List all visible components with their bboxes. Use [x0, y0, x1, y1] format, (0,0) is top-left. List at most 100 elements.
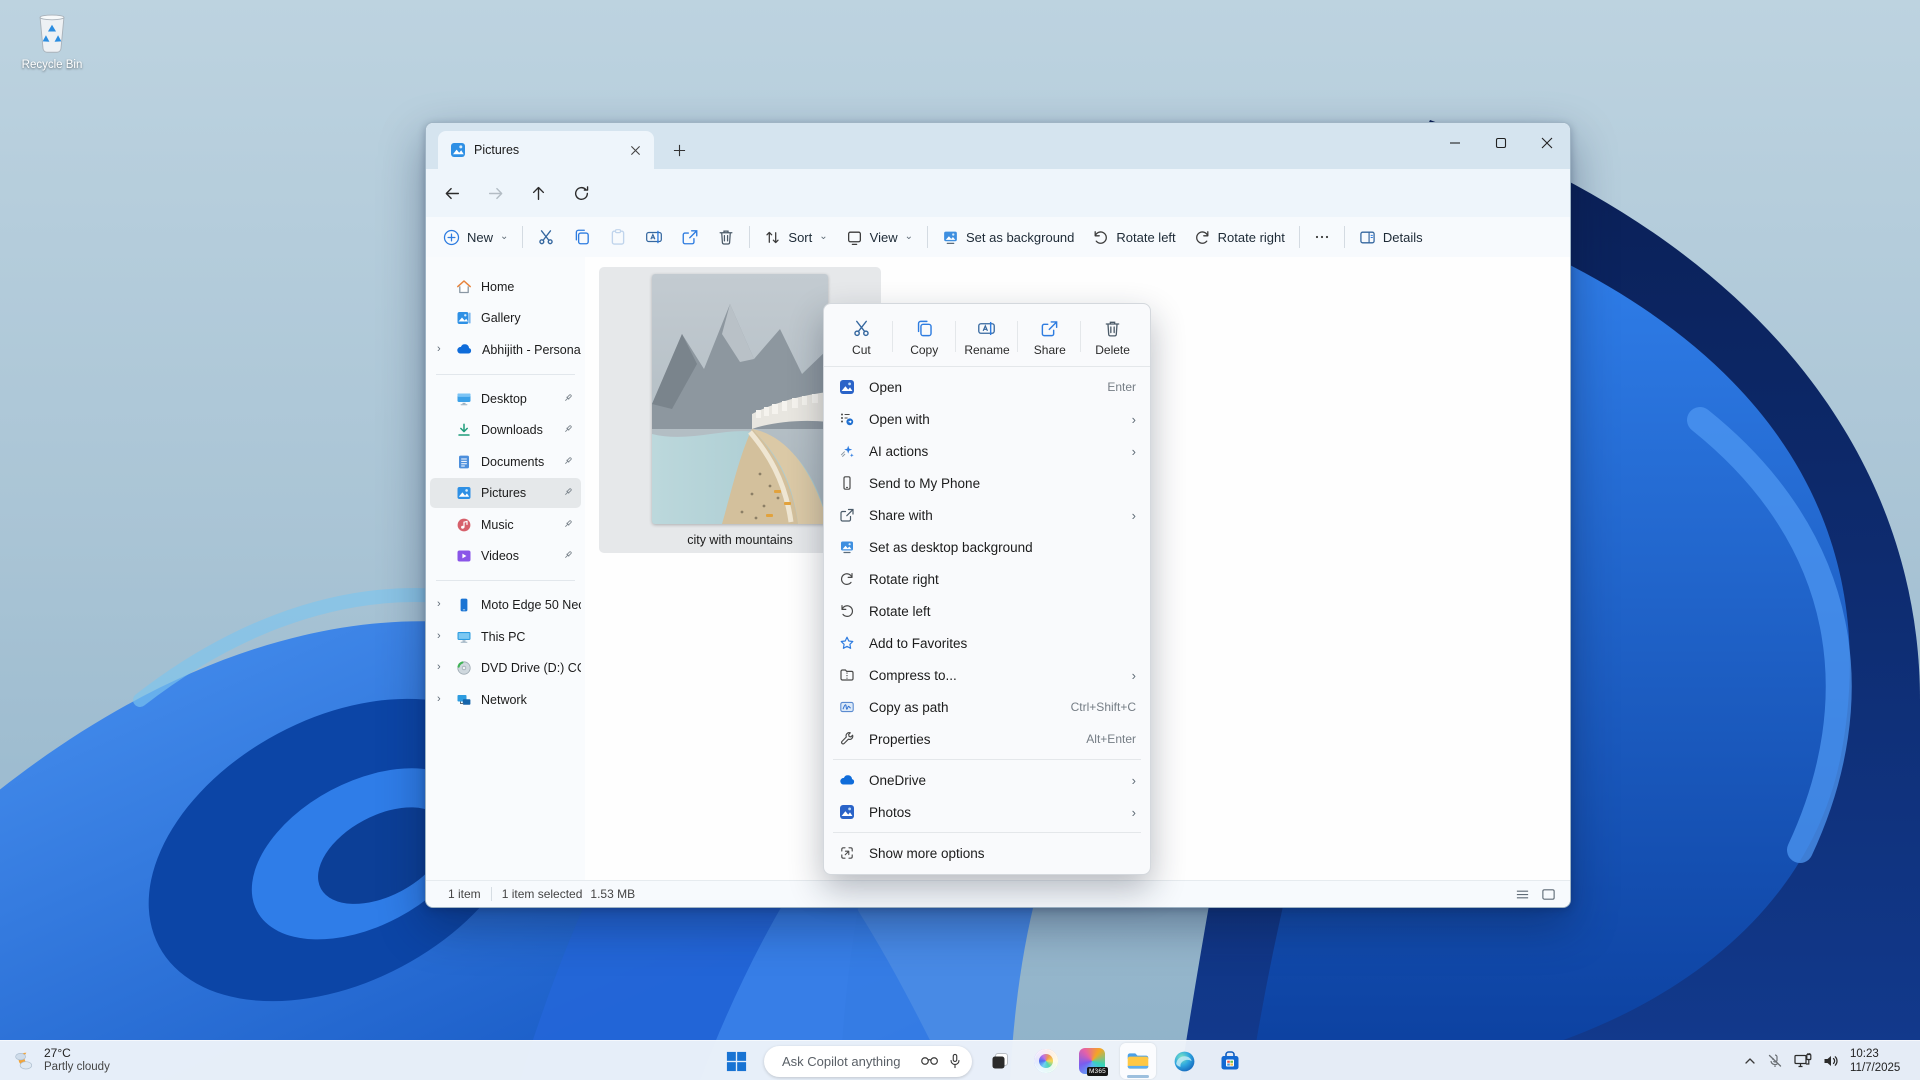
- copilot-vision-glasses-icon[interactable]: [920, 1054, 940, 1068]
- paste-button[interactable]: [600, 221, 636, 253]
- sidebar-item-desktop[interactable]: Desktop: [430, 384, 581, 414]
- chevron-right-icon[interactable]: ›: [437, 343, 441, 355]
- menu-item-set-as-desktop-background[interactable]: Set as desktop background: [829, 531, 1145, 563]
- view-button[interactable]: View ⌄: [837, 221, 922, 253]
- sort-button[interactable]: Sort ⌄: [755, 221, 836, 253]
- copy-button[interactable]: [564, 221, 600, 253]
- navigation-pane: Home Gallery › Abhijith - Personal: [426, 257, 585, 881]
- microphone-muted-icon[interactable]: [1766, 1052, 1784, 1070]
- volume-icon[interactable]: [1822, 1052, 1841, 1070]
- tray-chevron-up-icon[interactable]: [1743, 1054, 1757, 1068]
- chevron-right-icon[interactable]: ›: [437, 661, 441, 673]
- sidebar-item-pictures[interactable]: Pictures: [430, 478, 581, 508]
- menu-item-add-to-favorites[interactable]: Add to Favorites: [829, 627, 1145, 659]
- network-ethernet-icon[interactable]: [1793, 1052, 1813, 1070]
- up-button[interactable]: [521, 176, 555, 210]
- refresh-button[interactable]: [564, 176, 598, 210]
- menu-item-rotate-right[interactable]: Rotate right: [829, 563, 1145, 595]
- rotate-left-button[interactable]: Rotate left: [1083, 221, 1184, 253]
- menu-item-share-with[interactable]: Share with ›: [829, 499, 1145, 531]
- menu-item-compress-to[interactable]: Compress to... ›: [829, 659, 1145, 691]
- sidebar-item-dvd-drive[interactable]: › DVD Drive (D:) CCC: [430, 653, 581, 683]
- quick-action-share[interactable]: Share: [1018, 313, 1081, 360]
- weather-widget[interactable]: 27°C Partly cloudy: [0, 1047, 210, 1074]
- menu-label: Set as desktop background: [869, 540, 1136, 555]
- quick-action-cut[interactable]: Cut: [830, 313, 893, 360]
- rotate-right-icon: [838, 571, 856, 587]
- quick-action-rename[interactable]: Rename: [956, 313, 1019, 360]
- sidebar-item-onedrive-personal[interactable]: › Abhijith - Personal: [430, 335, 581, 365]
- file-explorer-button[interactable]: [1120, 1043, 1156, 1079]
- menu-item-properties[interactable]: Properties Alt+Enter: [829, 723, 1145, 755]
- edge-button[interactable]: [1166, 1043, 1202, 1079]
- recycle-bin-shortcut[interactable]: Recycle Bin: [14, 10, 90, 71]
- new-tab-button[interactable]: [666, 137, 692, 163]
- menu-item-open-with[interactable]: Open with ›: [829, 403, 1145, 435]
- sidebar-item-home[interactable]: Home: [430, 272, 581, 302]
- more-options-button[interactable]: [1305, 221, 1339, 253]
- sidebar-item-videos[interactable]: Videos: [430, 541, 581, 571]
- sidebar-item-gallery[interactable]: Gallery: [430, 303, 581, 333]
- sidebar-item-this-pc[interactable]: › This PC: [430, 622, 581, 652]
- chevron-right-icon[interactable]: ›: [437, 630, 441, 642]
- tab-pictures[interactable]: Pictures: [438, 131, 654, 169]
- new-button[interactable]: New ⌄: [434, 221, 517, 253]
- sidebar-item-network[interactable]: › Network: [430, 685, 581, 715]
- forward-button[interactable]: [478, 176, 512, 210]
- details-label: Details: [1383, 230, 1423, 245]
- copilot-icon: [1034, 1049, 1058, 1073]
- music-icon: [456, 517, 472, 533]
- rotate-right-button[interactable]: Rotate right: [1185, 221, 1294, 253]
- menu-item-onedrive[interactable]: OneDrive ›: [829, 764, 1145, 796]
- quick-action-label: Delete: [1095, 343, 1130, 357]
- start-button[interactable]: [718, 1043, 754, 1079]
- menu-item-ai-actions[interactable]: AI actions ›: [829, 435, 1145, 467]
- m365-copilot-button[interactable]: M365: [1074, 1043, 1110, 1079]
- sidebar-item-downloads[interactable]: Downloads: [430, 415, 581, 445]
- task-view-button[interactable]: [982, 1043, 1018, 1079]
- menu-label: Compress to...: [869, 668, 1132, 683]
- chevron-right-icon[interactable]: ›: [437, 693, 441, 705]
- set-as-background-button[interactable]: Set as background: [933, 221, 1083, 253]
- titlebar[interactable]: Pictures: [426, 123, 1570, 169]
- context-menu: Cut Copy Rename Share: [823, 303, 1151, 875]
- copilot-search-input[interactable]: [780, 1053, 912, 1070]
- sidebar-item-documents[interactable]: Documents: [430, 447, 581, 477]
- minimize-button[interactable]: [1432, 123, 1478, 163]
- details-button[interactable]: Details: [1350, 221, 1432, 253]
- close-button[interactable]: [1524, 123, 1570, 163]
- quick-action-copy[interactable]: Copy: [893, 313, 956, 360]
- delete-button[interactable]: [708, 221, 744, 253]
- menu-item-send-to-my-phone[interactable]: Send to My Phone: [829, 467, 1145, 499]
- sidebar-item-music[interactable]: Music: [430, 510, 581, 540]
- maximize-button[interactable]: [1478, 123, 1524, 163]
- rename-button[interactable]: [636, 221, 672, 253]
- menu-item-show-more-options[interactable]: Show more options: [829, 837, 1145, 869]
- tab-close-icon[interactable]: [624, 139, 646, 161]
- quick-action-delete[interactable]: Delete: [1081, 313, 1144, 360]
- back-button[interactable]: [435, 176, 469, 210]
- menu-item-rotate-left[interactable]: Rotate left: [829, 595, 1145, 627]
- microphone-icon[interactable]: [948, 1053, 962, 1069]
- copilot-search-pill[interactable]: [764, 1046, 972, 1077]
- sidebar-item-moto-edge[interactable]: › Moto Edge 50 Neo: [430, 590, 581, 620]
- list-view-icon[interactable]: [1515, 887, 1530, 902]
- file-explorer-icon: [1125, 1048, 1151, 1074]
- sort-label: Sort: [788, 230, 812, 245]
- clock-date: 11/7/2025: [1850, 1061, 1920, 1075]
- partly-cloudy-icon: [10, 1047, 37, 1074]
- copilot-app-button[interactable]: [1028, 1043, 1064, 1079]
- menu-item-open[interactable]: Open Enter: [829, 371, 1145, 403]
- rotate-right-icon: [1194, 229, 1211, 246]
- menu-item-photos[interactable]: Photos ›: [829, 796, 1145, 828]
- gallery-icon: [456, 310, 472, 326]
- menu-item-copy-as-path[interactable]: Copy as path Ctrl+Shift+C: [829, 691, 1145, 723]
- share-button[interactable]: [672, 221, 708, 253]
- rotate-left-icon: [838, 603, 856, 619]
- clock-time: 10:23: [1850, 1047, 1920, 1061]
- chevron-right-icon[interactable]: ›: [437, 598, 441, 610]
- cut-button[interactable]: [528, 221, 564, 253]
- tray-clock[interactable]: 10:23 11/7/2025: [1850, 1047, 1920, 1076]
- thumbnail-view-icon[interactable]: [1541, 887, 1556, 902]
- microsoft-store-button[interactable]: [1212, 1043, 1248, 1079]
